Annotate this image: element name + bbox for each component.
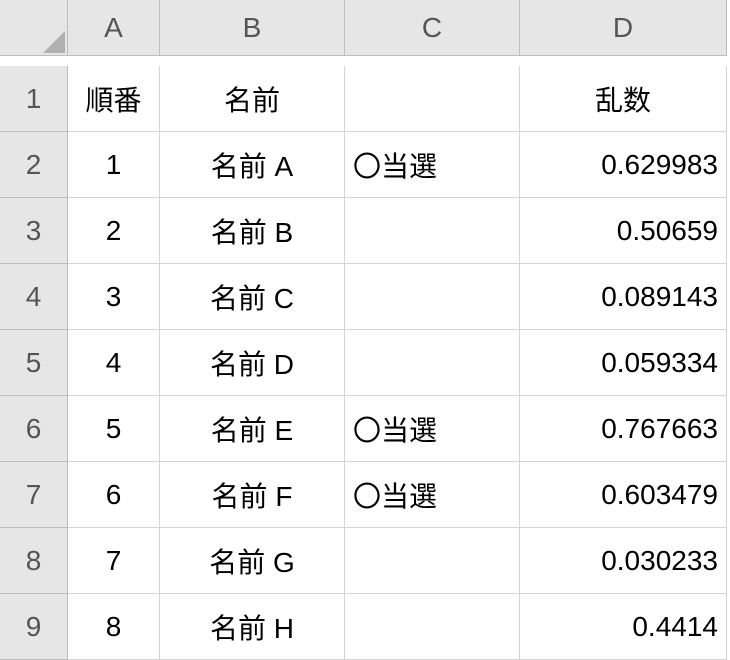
cell-D6[interactable]: 0.767663 [520,396,727,462]
cell-value: 名前 D [210,343,294,383]
cell-value: 名前 E [211,409,293,449]
select-all-corner[interactable] [0,0,68,56]
row-header-9[interactable]: 9 [0,594,68,660]
cell-A6[interactable]: 5 [68,396,160,462]
header-rand: 乱数 [595,79,651,119]
cell-value: 2 [106,215,122,247]
cell-value: 名前 F [212,475,293,515]
cell-C2[interactable]: 〇当選 [345,132,520,198]
cell-B8[interactable]: 名前 G [160,528,345,594]
cell-A4[interactable]: 3 [68,264,160,330]
row-header-2[interactable]: 2 [0,132,68,198]
cell-value: 3 [106,281,122,313]
cell-A2[interactable]: 1 [68,132,160,198]
cell-A5[interactable]: 4 [68,330,160,396]
cell-A7[interactable]: 6 [68,462,160,528]
cell-C4[interactable] [345,264,520,330]
cell-value: 0.629983 [601,149,718,181]
cell-value: 8 [106,611,122,643]
cell-value: 名前 C [210,277,294,317]
cell-D2[interactable]: 0.629983 [520,132,727,198]
cell-B6[interactable]: 名前 E [160,396,345,462]
column-header-A[interactable]: A [68,0,160,56]
cell-value: 〇当選 [353,409,437,449]
cell-B2[interactable]: 名前 A [160,132,345,198]
row-header-3[interactable]: 3 [0,198,68,264]
cell-value: 0.4414 [632,611,718,643]
cell-value: 0.767663 [601,413,718,445]
cell-value: 0.50659 [617,215,718,247]
cell-C3[interactable] [345,198,520,264]
cell-B3[interactable]: 名前 B [160,198,345,264]
cell-value: 名前 B [211,211,293,251]
cell-D9[interactable]: 0.4414 [520,594,727,660]
cell-A1[interactable]: 順番 [68,66,160,132]
cell-C7[interactable]: 〇当選 [345,462,520,528]
cell-D3[interactable]: 0.50659 [520,198,727,264]
cell-D8[interactable]: 0.030233 [520,528,727,594]
cell-B5[interactable]: 名前 D [160,330,345,396]
cell-D7[interactable]: 0.603479 [520,462,727,528]
row-header-4[interactable]: 4 [0,264,68,330]
cell-value: 0.059334 [601,347,718,379]
cell-B4[interactable]: 名前 C [160,264,345,330]
cell-value: 名前 H [210,607,294,647]
cell-value: 名前 A [211,145,293,185]
cell-value: 7 [106,545,122,577]
cell-D5[interactable]: 0.059334 [520,330,727,396]
cell-A3[interactable]: 2 [68,198,160,264]
header-name: 名前 [224,79,280,119]
cell-B1[interactable]: 名前 [160,66,345,132]
cell-D4[interactable]: 0.089143 [520,264,727,330]
cell-C8[interactable] [345,528,520,594]
row-header-1[interactable]: 1 [0,66,68,132]
cell-value: 0.030233 [601,545,718,577]
cell-value: 〇当選 [353,145,437,185]
column-header-C[interactable]: C [345,0,520,56]
cell-value: 〇当選 [353,475,437,515]
cell-B7[interactable]: 名前 F [160,462,345,528]
cell-value: 0.089143 [601,281,718,313]
column-header-B[interactable]: B [160,0,345,56]
cell-D1[interactable]: 乱数 [520,66,727,132]
cell-A9[interactable]: 8 [68,594,160,660]
cell-value: 1 [106,149,122,181]
row-header-8[interactable]: 8 [0,528,68,594]
row-header-5[interactable]: 5 [0,330,68,396]
select-all-triangle-icon [43,31,65,53]
cell-value: 6 [106,479,122,511]
cell-A8[interactable]: 7 [68,528,160,594]
cell-value: 名前 G [209,541,295,581]
cell-C1[interactable] [345,66,520,132]
cell-C9[interactable] [345,594,520,660]
cell-B9[interactable]: 名前 H [160,594,345,660]
row-header-7[interactable]: 7 [0,462,68,528]
cell-value: 4 [106,347,122,379]
column-header-D[interactable]: D [520,0,727,56]
header-order: 順番 [85,79,141,119]
cell-value: 5 [106,413,122,445]
row-header-6[interactable]: 6 [0,396,68,462]
cell-value: 0.603479 [601,479,718,511]
spreadsheet-grid: A B C D 1 順番 名前 乱数 2 1 名前 A 〇当選 0.629983… [0,0,730,660]
cell-C5[interactable] [345,330,520,396]
cell-C6[interactable]: 〇当選 [345,396,520,462]
